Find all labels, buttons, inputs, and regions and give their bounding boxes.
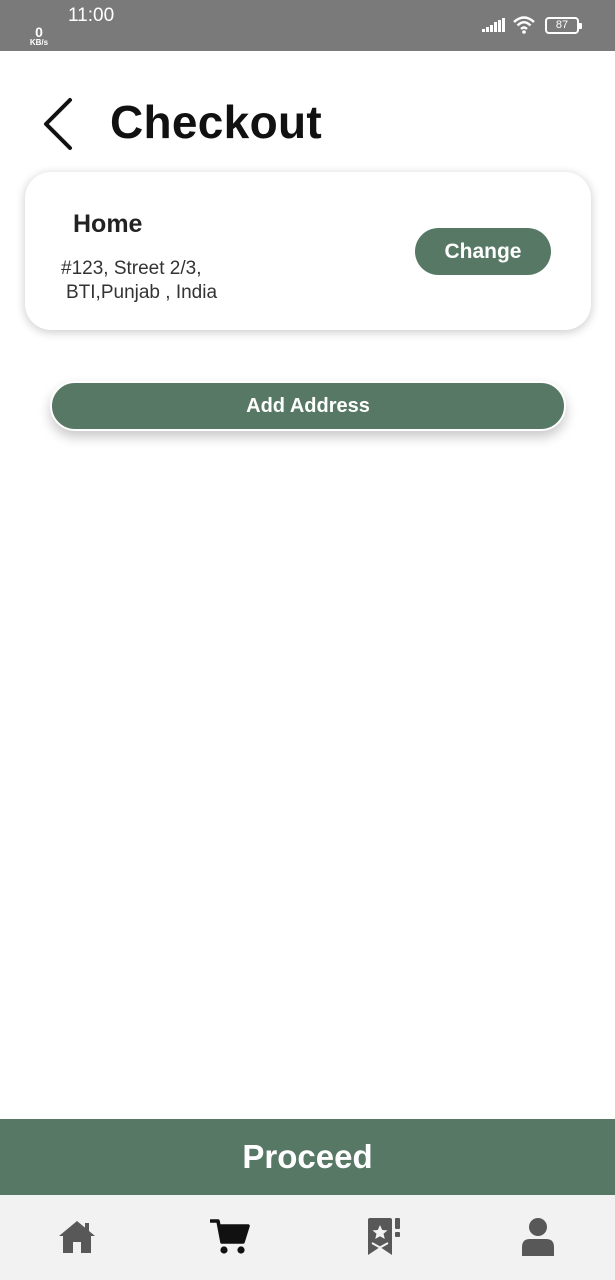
status-time: 11:00	[68, 5, 115, 26]
nav-item-home[interactable]	[52, 1213, 102, 1261]
cart-icon	[210, 1219, 250, 1254]
change-address-button[interactable]: Change	[415, 228, 551, 275]
bookmark-star-icon	[368, 1218, 400, 1255]
profile-icon	[522, 1218, 554, 1256]
chevron-left-icon	[44, 98, 72, 150]
address-line-1: #123, Street 2/3,	[61, 258, 202, 279]
bottom-navigation	[0, 1195, 615, 1280]
wifi-icon	[513, 16, 535, 34]
add-address-button[interactable]: Add Address	[50, 381, 566, 431]
address-line-2: BTI,Punjab , India	[66, 282, 218, 303]
status-bar: 11:00 0 KB/s 87	[0, 0, 615, 51]
back-button[interactable]	[36, 96, 80, 152]
proceed-button[interactable]: Proceed	[0, 1119, 615, 1195]
address-card: Home #123, Street 2/3, BTI,Punjab , Indi…	[25, 172, 591, 330]
nav-item-cart[interactable]	[205, 1213, 255, 1261]
page-title: Checkout	[110, 96, 322, 148]
network-speed-value: 0	[35, 24, 43, 40]
network-speed: 0 KB/s	[27, 25, 51, 47]
network-speed-unit: KB/s	[29, 38, 49, 47]
address-label: Home	[73, 210, 143, 238]
signal-icon	[482, 18, 505, 32]
nav-item-profile[interactable]	[513, 1213, 563, 1261]
home-icon	[59, 1221, 95, 1253]
battery-icon: 87	[545, 17, 582, 34]
nav-item-saved[interactable]	[359, 1213, 409, 1261]
